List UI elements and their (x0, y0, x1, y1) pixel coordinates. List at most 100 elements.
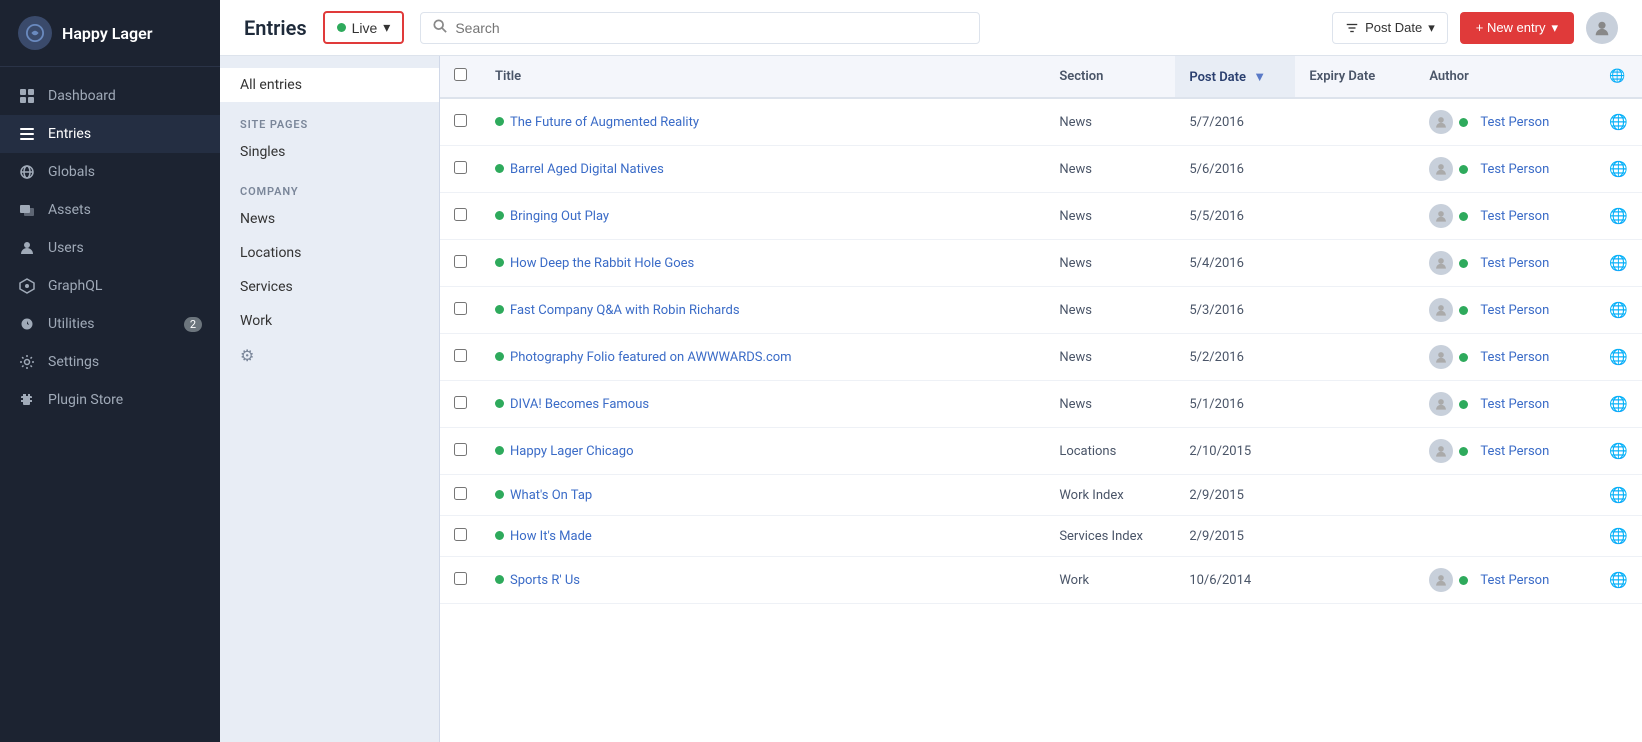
globe-icon[interactable]: 🌐 (1609, 527, 1628, 545)
globe-icon[interactable]: 🌐 (1609, 207, 1628, 225)
post-date-column-header[interactable]: Post Date ▼ (1175, 56, 1295, 98)
entry-title-link[interactable]: Barrel Aged Digital Natives (510, 162, 664, 177)
live-status-button[interactable]: Live ▾ (323, 11, 405, 44)
title-column-header[interactable]: Title (481, 56, 1045, 98)
author-link[interactable]: Test Person (1480, 115, 1549, 130)
sidebar-item-assets[interactable]: Assets (0, 191, 220, 229)
news-item[interactable]: News (220, 202, 439, 236)
entry-title-cell: Fast Company Q&A with Robin Richards (481, 287, 1045, 334)
entry-author-cell: Test Person (1415, 381, 1595, 428)
sidebar-item-dashboard[interactable]: Dashboard (0, 77, 220, 115)
globe-icon[interactable]: 🌐 (1609, 301, 1628, 319)
locations-item[interactable]: Locations (220, 236, 439, 270)
globals-icon (18, 163, 36, 181)
table-row: Happy Lager ChicagoLocations2/10/2015 Te… (440, 428, 1642, 475)
services-item[interactable]: Services (220, 270, 439, 304)
expiry-date-column-header[interactable]: Expiry Date (1295, 56, 1415, 98)
row-checkbox-cell[interactable] (440, 193, 481, 240)
author-avatar (1429, 439, 1453, 463)
select-all-header[interactable] (440, 56, 481, 98)
sidebar-item-graphql[interactable]: GraphQL (0, 267, 220, 305)
section-column-header[interactable]: Section (1045, 56, 1175, 98)
new-entry-button[interactable]: + New entry ▾ (1460, 12, 1574, 44)
sidebar-item-settings[interactable]: Settings (0, 343, 220, 381)
author-link[interactable]: Test Person (1480, 162, 1549, 177)
entry-title-link[interactable]: Bringing Out Play (510, 209, 609, 224)
row-checkbox[interactable] (454, 161, 467, 174)
row-checkbox[interactable] (454, 349, 467, 362)
row-checkbox[interactable] (454, 208, 467, 221)
author-status-dot (1459, 165, 1468, 174)
row-checkbox-cell[interactable] (440, 516, 481, 557)
globe-icon[interactable]: 🌐 (1609, 160, 1628, 178)
sidebar-item-label: Globals (48, 164, 95, 180)
entry-title-link[interactable]: What's On Tap (510, 488, 592, 503)
globe-icon[interactable]: 🌐 (1609, 571, 1628, 589)
entry-title-link[interactable]: The Future of Augmented Reality (510, 115, 699, 130)
row-checkbox-cell[interactable] (440, 287, 481, 334)
author-status-dot (1459, 400, 1468, 409)
entry-globe-cell: 🌐 (1595, 146, 1642, 193)
row-checkbox-cell[interactable] (440, 146, 481, 193)
row-checkbox[interactable] (454, 114, 467, 127)
entries-table: Title Section Post Date ▼ Expiry Date Au… (440, 56, 1642, 604)
author-link[interactable]: Test Person (1480, 573, 1549, 588)
row-checkbox-cell[interactable] (440, 557, 481, 604)
globe-icon[interactable]: 🌐 (1609, 254, 1628, 272)
entry-section-cell: Work (1045, 557, 1175, 604)
entry-title-link[interactable]: Happy Lager Chicago (510, 444, 634, 459)
select-all-checkbox[interactable] (454, 68, 467, 81)
author-link[interactable]: Test Person (1480, 444, 1549, 459)
row-checkbox-cell[interactable] (440, 475, 481, 516)
entry-title-cell: DIVA! Becomes Famous (481, 381, 1045, 428)
status-dot (495, 490, 504, 499)
sidebar-item-plugin-store[interactable]: Plugin Store (0, 381, 220, 419)
site-pages-section-label: SITE PAGES (220, 108, 439, 135)
author-link[interactable]: Test Person (1480, 303, 1549, 318)
author-link[interactable]: Test Person (1480, 256, 1549, 271)
entry-title-link[interactable]: Photography Folio featured on AWWWARDS.c… (510, 350, 792, 365)
row-checkbox[interactable] (454, 302, 467, 315)
globe-icon[interactable]: 🌐 (1609, 486, 1628, 504)
entry-title-link[interactable]: How It's Made (510, 529, 592, 544)
entry-title-link[interactable]: Fast Company Q&A with Robin Richards (510, 303, 740, 318)
row-checkbox-cell[interactable] (440, 98, 481, 146)
work-item[interactable]: Work (220, 304, 439, 338)
user-avatar[interactable] (1586, 12, 1618, 44)
globe-icon[interactable]: 🌐 (1609, 442, 1628, 460)
entries-table-area: Title Section Post Date ▼ Expiry Date Au… (440, 56, 1642, 742)
entry-title-link[interactable]: DIVA! Becomes Famous (510, 397, 649, 412)
row-checkbox[interactable] (454, 528, 467, 541)
post-date-sort-button[interactable]: Post Date ▾ (1332, 12, 1448, 44)
row-checkbox[interactable] (454, 396, 467, 409)
entry-section-cell: News (1045, 98, 1175, 146)
entry-section-cell: News (1045, 334, 1175, 381)
author-link[interactable]: Test Person (1480, 350, 1549, 365)
author-column-header[interactable]: Author (1415, 56, 1595, 98)
sidebar-item-users[interactable]: Users (0, 229, 220, 267)
row-checkbox-cell[interactable] (440, 240, 481, 287)
author-link[interactable]: Test Person (1480, 397, 1549, 412)
sidebar-item-utilities[interactable]: Utilities 2 (0, 305, 220, 343)
singles-item[interactable]: Singles (220, 135, 439, 169)
gear-icon[interactable]: ⚙ (220, 338, 439, 373)
row-checkbox[interactable] (454, 255, 467, 268)
entry-title-link[interactable]: How Deep the Rabbit Hole Goes (510, 256, 694, 271)
row-checkbox[interactable] (454, 572, 467, 585)
row-checkbox[interactable] (454, 487, 467, 500)
row-checkbox-cell[interactable] (440, 334, 481, 381)
topbar: Entries Live ▾ (220, 0, 1642, 56)
row-checkbox-cell[interactable] (440, 381, 481, 428)
all-entries-item[interactable]: All entries (220, 68, 439, 102)
sidebar-item-globals[interactable]: Globals (0, 153, 220, 191)
globe-icon[interactable]: 🌐 (1609, 113, 1628, 131)
entry-expiry-cell (1295, 98, 1415, 146)
search-input[interactable] (455, 20, 967, 36)
row-checkbox-cell[interactable] (440, 428, 481, 475)
author-link[interactable]: Test Person (1480, 209, 1549, 224)
row-checkbox[interactable] (454, 443, 467, 456)
sidebar-item-entries[interactable]: Entries (0, 115, 220, 153)
globe-icon[interactable]: 🌐 (1609, 348, 1628, 366)
entry-title-link[interactable]: Sports R' Us (510, 573, 580, 588)
globe-icon[interactable]: 🌐 (1609, 395, 1628, 413)
